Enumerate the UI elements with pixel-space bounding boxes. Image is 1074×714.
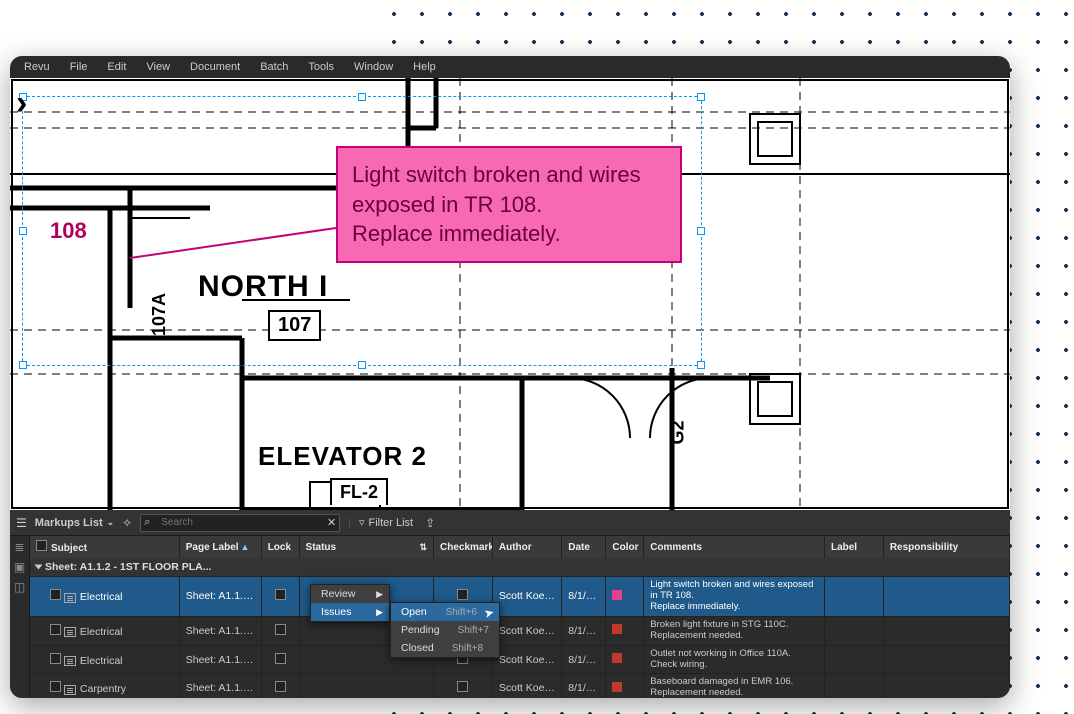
- markup-type-icon: [64, 685, 76, 695]
- export-icon[interactable]: ⇪: [425, 516, 435, 530]
- menu-document[interactable]: Document: [182, 58, 248, 76]
- cloud-room-number: 108: [50, 218, 87, 244]
- col-status[interactable]: Status⇅: [299, 536, 434, 558]
- ctx-item-review[interactable]: Review▶: [311, 585, 389, 603]
- filter-icon: ▿: [359, 516, 365, 529]
- app-window: RevuFileEditViewDocumentBatchToolsWindow…: [10, 56, 1010, 698]
- search-input[interactable]: [140, 514, 340, 532]
- menubar: RevuFileEditViewDocumentBatchToolsWindow…: [10, 56, 1010, 78]
- search-icon: ⌕: [144, 516, 150, 529]
- side-tab-layers-icon[interactable]: ◫: [14, 580, 25, 594]
- filter-list-button[interactable]: ▿Filter List: [359, 516, 413, 529]
- ctx-item-issues[interactable]: Issues▶: [311, 603, 389, 621]
- ctx-sub-closed[interactable]: ClosedShift+8: [391, 639, 499, 657]
- markup-type-icon: [64, 627, 76, 637]
- col-color[interactable]: Color: [606, 536, 644, 558]
- search-wrap: ⌕ ✕: [140, 514, 340, 532]
- menu-tools[interactable]: Tools: [300, 58, 342, 76]
- label-elevator: ELEVATOR 2: [258, 441, 427, 472]
- side-tab-list-icon[interactable]: ≣: [14, 540, 24, 554]
- col-subject[interactable]: Subject: [30, 536, 179, 558]
- col-check[interactable]: Checkmark: [434, 536, 493, 558]
- group-row[interactable]: Sheet: A1.1.2 - 1ST FLOOR PLA...: [30, 558, 1010, 577]
- callout-textbox[interactable]: Light switch broken and wires exposed in…: [336, 146, 682, 263]
- panel-side-tabs: ≣ ▣ ◫: [10, 536, 30, 698]
- panel-toolbar: ☰ Markups List ⌄ ✧ ⌕ ✕ | ▿Filter List ⇪: [10, 510, 1010, 536]
- document-canvas[interactable]: › 108 NORTH I ELEVATOR 2 107 107A G2 FL-…: [10, 78, 1010, 510]
- col-lock[interactable]: Lock: [261, 536, 299, 558]
- markups-grid[interactable]: Subject Page Label▲ Lock Status⇅ Checkma…: [30, 536, 1010, 698]
- markup-type-icon: [64, 593, 76, 603]
- col-author[interactable]: Author: [492, 536, 561, 558]
- menu-batch[interactable]: Batch: [252, 58, 296, 76]
- menu-window[interactable]: Window: [346, 58, 401, 76]
- menu-file[interactable]: File: [62, 58, 96, 76]
- label-grid-g2: G2: [668, 420, 689, 444]
- col-label[interactable]: Label: [824, 536, 883, 558]
- ctx-sub-pending[interactable]: PendingShift+7: [391, 621, 499, 639]
- status-context-menu[interactable]: Review▶Issues▶: [310, 584, 390, 622]
- expand-panel-chevron-icon[interactable]: ›: [16, 84, 27, 123]
- col-comments[interactable]: Comments: [644, 536, 825, 558]
- menu-help[interactable]: Help: [405, 58, 444, 76]
- panel-title[interactable]: Markups List ⌄: [35, 517, 114, 529]
- menu-edit[interactable]: Edit: [99, 58, 134, 76]
- menu-view[interactable]: View: [138, 58, 178, 76]
- markup-type-icon: [64, 656, 76, 666]
- markups-panel: ☰ Markups List ⌄ ✧ ⌕ ✕ | ▿Filter List ⇪ …: [10, 510, 1010, 698]
- menu-revu[interactable]: Revu: [16, 58, 58, 76]
- label-fl2: FL-2: [330, 478, 388, 505]
- clear-search-icon[interactable]: ✕: [327, 516, 336, 529]
- side-tab-3d-icon[interactable]: ▣: [14, 560, 25, 574]
- col-page[interactable]: Page Label▲: [179, 536, 261, 558]
- visibility-icon[interactable]: ✧: [122, 516, 132, 530]
- table-row[interactable]: CarpentrySheet: A1.1.2 - ...Scott Koenig…: [30, 674, 1010, 698]
- panel-menu-icon[interactable]: ☰: [16, 516, 27, 530]
- grid-header-row: Subject Page Label▲ Lock Status⇅ Checkma…: [30, 536, 1010, 558]
- col-resp[interactable]: Responsibility: [883, 536, 1009, 558]
- table-row[interactable]: ElectricalSheet: A1.1.2 - ...Scott Koeni…: [30, 616, 1010, 645]
- table-row[interactable]: ElectricalSheet: A1.1.2 - ...Scott Koeni…: [30, 645, 1010, 674]
- col-date[interactable]: Date: [562, 536, 606, 558]
- table-row[interactable]: ElectricalSheet: A1.1.2 - ...Scott Koeni…: [30, 577, 1010, 617]
